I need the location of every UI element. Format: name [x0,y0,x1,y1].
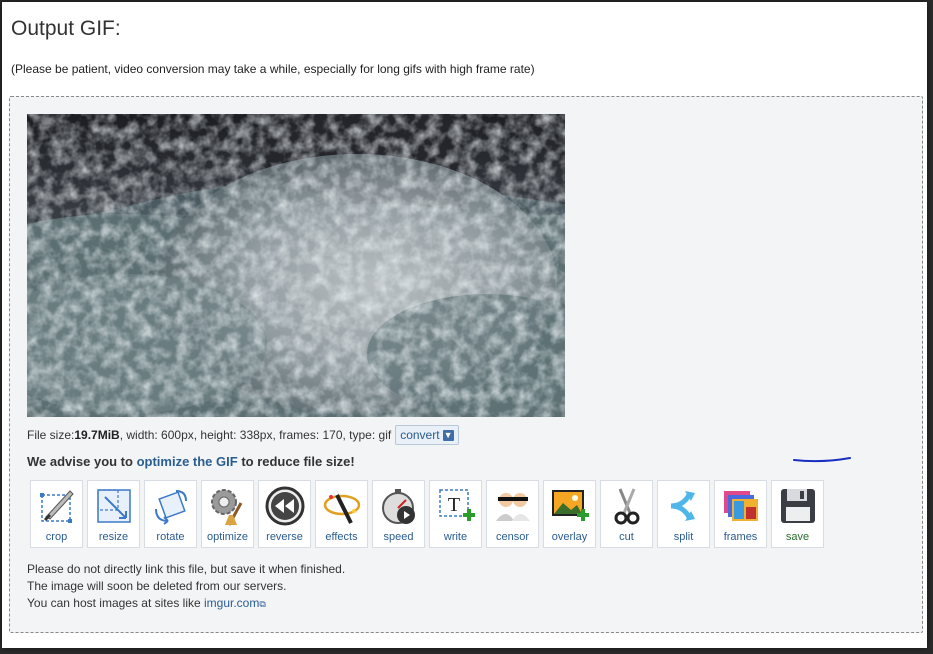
imgur-link[interactable]: imgur.com [204,596,259,610]
crop-icon [40,490,74,523]
tool-speed[interactable]: speed [372,480,425,548]
tool-overlay[interactable]: overlay [543,480,596,548]
tool-label: crop [45,531,68,543]
convert-button[interactable]: convert ▼ [395,425,459,445]
page-subtitle: (Please be patient, video conversion may… [11,62,535,76]
rotate-icon [155,490,187,525]
external-link-icon: ⧉ [259,599,266,609]
tool-crop[interactable]: crop [30,480,83,548]
tool-label: split [673,531,694,543]
speed-icon [382,489,415,524]
tool-save[interactable]: save [771,480,824,548]
file-size-value: 19.7MiB [74,428,120,442]
output-panel: File size: 19.7MiB , width: 600px, heigh… [9,96,923,633]
convert-label: convert [400,428,440,442]
tool-label: save [785,531,810,543]
file-info: File size: 19.7MiB , width: 600px, heigh… [27,425,459,445]
page-frame: Output GIF: (Please be patient, video co… [2,2,927,648]
tool-effects[interactable]: effects [315,480,368,548]
tool-label: resize [98,531,129,543]
effects-icon [323,488,361,524]
tool-bar: crop resize rotate optimize reverse effe… [30,480,824,548]
resize-icon [97,489,131,523]
optimize-icon [211,489,243,526]
censor-icon [496,493,530,521]
save-notes: Please do not directly link this file, b… [27,561,345,613]
save-annotation-underline [793,457,851,463]
advice-suffix: to reduce file size! [237,454,355,469]
tool-rotate[interactable]: rotate [144,480,197,548]
tool-label: speed [383,531,414,543]
tool-reverse[interactable]: reverse [258,480,311,548]
gif-frame-graphic [27,114,565,417]
note-line: You can host images at sites like imgur.… [27,595,345,613]
tool-label: frames [723,531,758,543]
tool-label: write [443,531,468,543]
note-line: The image will soon be deleted from our … [27,579,287,593]
advice-prefix: We advise you to [27,454,137,469]
tool-write[interactable]: T write [429,480,482,548]
tool-label: optimize [207,531,248,543]
svg-text:T: T [448,494,460,516]
tool-split[interactable]: split [657,480,710,548]
reverse-icon [265,486,305,526]
page-title: Output GIF: [11,17,121,40]
tool-label: overlay [551,531,588,543]
tool-cut[interactable]: cut [600,480,653,548]
note-line: Please do not directly link this file, b… [27,562,346,576]
save-icon [781,489,815,523]
file-size-label: File size: [27,428,75,442]
tool-label: reverse [266,531,303,543]
tool-label: cut [619,531,634,543]
tool-resize[interactable]: resize [87,480,140,548]
tool-label: rotate [156,531,185,543]
cut-icon [614,488,640,525]
gif-preview-image [27,114,565,417]
tool-optimize[interactable]: optimize [201,480,254,548]
split-icon [670,491,695,521]
download-arrow-icon: ▼ [442,429,454,441]
write-icon: T [439,489,475,521]
tool-label: censor [495,531,530,543]
note-prefix: You can host images at sites like [27,596,204,610]
frames-icon [724,491,758,521]
tool-frames[interactable]: frames [714,480,767,548]
overlay-icon [552,490,589,521]
tool-label: effects [325,531,358,543]
optimize-advice: We advise you to optimize the GIF to red… [27,454,355,469]
optimize-gif-link[interactable]: optimize the GIF [137,454,238,469]
tool-censor[interactable]: censor [486,480,539,548]
file-details: , width: 600px, height: 338px, frames: 1… [119,428,392,442]
